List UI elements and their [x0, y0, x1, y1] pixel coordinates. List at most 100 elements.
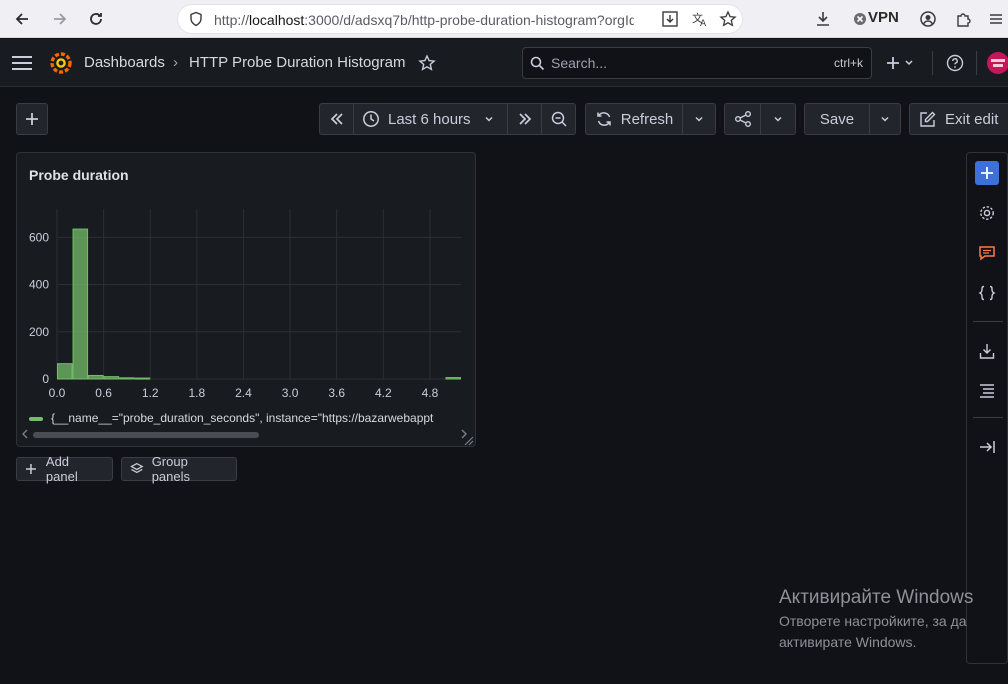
activation-watermark-title: Активирайте Windows: [779, 587, 974, 608]
double-chevron-right-icon: [518, 113, 531, 125]
account-icon[interactable]: [916, 7, 940, 31]
legend-item[interactable]: {__name__="probe_duration_seconds", inst…: [29, 411, 469, 427]
histogram-bar: [57, 363, 73, 380]
histogram-bar: [134, 377, 151, 380]
share-button[interactable]: [725, 104, 761, 134]
panel-title: Probe duration: [29, 167, 129, 183]
save-dropdown[interactable]: [870, 104, 900, 134]
chevron-down-icon: [881, 116, 889, 122]
plus-icon: [25, 464, 36, 474]
nav-divider: [932, 51, 933, 75]
activation-watermark-text: Отворете настройките, за да активирате W…: [779, 613, 967, 650]
comment-icon[interactable]: [975, 241, 999, 265]
histogram-chart[interactable]: 0 200 400 600 0.0 0.6 1.2 1.8 2.4 3.0 3.6 4.2 4.8: [17, 193, 475, 433]
svg-text:A: A: [700, 19, 707, 28]
x-tick-label: 3.0: [282, 386, 299, 400]
x-tick-label: 4.8: [422, 386, 439, 400]
settings-gear-icon[interactable]: [975, 201, 999, 225]
histogram-bar: [103, 376, 120, 380]
address-bar[interactable]: http://localhost:3000/d/adsxq7b/http-pro…: [177, 4, 743, 34]
time-picker-group: Last 6 hours: [319, 103, 576, 135]
translate-icon[interactable]: 文A: [688, 7, 712, 31]
downloads-icon[interactable]: [811, 7, 835, 31]
refresh-label: Refresh: [620, 110, 674, 128]
x-tick-label: 2.4: [235, 386, 252, 400]
search-input[interactable]: Search... ctrl+k: [522, 47, 872, 79]
histogram-bar: [88, 374, 104, 380]
favorite-star-icon[interactable]: [417, 53, 437, 73]
search-placeholder: Search...: [551, 55, 608, 71]
refresh-interval-dropdown[interactable]: [683, 104, 715, 134]
share-dropdown[interactable]: [761, 104, 795, 134]
time-back-button[interactable]: [320, 104, 354, 134]
horizontal-scrollbar[interactable]: [33, 432, 259, 438]
y-tick-label: 200: [29, 325, 49, 339]
share-group: [724, 103, 796, 135]
probe-duration-panel[interactable]: Probe duration 0 200 400 600 0.0 0.6 1.2 1.8 2.4…: [16, 152, 476, 447]
time-range-picker[interactable]: Last 6 hours: [354, 104, 508, 134]
plus-icon: [26, 113, 38, 125]
collapse-pane-icon[interactable]: [975, 435, 999, 459]
refresh-button[interactable]: Refresh: [586, 104, 683, 134]
add-button[interactable]: [16, 103, 48, 135]
save-group: Save: [804, 103, 901, 135]
search-icon: [529, 55, 545, 71]
user-avatar[interactable]: [986, 51, 1008, 75]
add-plus-icon[interactable]: [975, 161, 999, 185]
x-tick-label: 0.0: [49, 386, 66, 400]
save-label: Save: [819, 110, 855, 128]
x-tick-label: 1.2: [142, 386, 159, 400]
forward-arrow-icon[interactable]: [48, 7, 72, 31]
help-icon[interactable]: [944, 52, 966, 74]
scroll-left-arrow-icon[interactable]: [20, 428, 30, 440]
grafana-top-nav: Dashboards › HTTP Probe Duration Histogr…: [0, 39, 1008, 87]
outline-list-icon[interactable]: [975, 378, 999, 402]
share-icon: [734, 111, 751, 127]
zoom-out-button[interactable]: [542, 104, 575, 134]
hamburger-menu-icon[interactable]: [10, 51, 34, 75]
site-shield-icon[interactable]: [184, 7, 208, 31]
url-text[interactable]: http://localhost:3000/d/adsxq7b/http-pro…: [214, 12, 634, 28]
breadcrumb-current: HTTP Probe Duration Histogram: [189, 54, 406, 71]
bookmark-star-icon[interactable]: [716, 7, 740, 31]
reload-icon[interactable]: [84, 7, 108, 31]
browser-toolbar: http://localhost:3000/d/adsxq7b/http-pro…: [0, 0, 1008, 38]
vpn-label[interactable]: VPN: [868, 9, 899, 26]
histogram-bar: [445, 377, 462, 380]
extensions-puzzle-icon[interactable]: [952, 7, 976, 31]
refresh-group: Refresh: [585, 103, 716, 135]
browser-menu-icon[interactable]: [984, 7, 1008, 31]
clock-icon: [363, 111, 379, 127]
sidebar-divider: [973, 321, 1003, 322]
group-panels-button[interactable]: Group panels: [121, 454, 237, 484]
histogram-bar: [72, 228, 89, 380]
save-button[interactable]: Save: [805, 104, 870, 134]
y-tick-label: 600: [29, 230, 49, 244]
histogram-bar: [119, 377, 135, 380]
time-range-label: Last 6 hours: [388, 110, 471, 128]
import-icon[interactable]: [975, 339, 999, 363]
layers-icon: [130, 462, 144, 474]
sidebar-divider: [973, 417, 1003, 418]
x-tick-label: 3.6: [328, 386, 345, 400]
zoom-out-icon: [551, 111, 567, 127]
grafana-logo-icon[interactable]: [48, 50, 74, 76]
legend-label: {__name__="probe_duration_seconds", inst…: [51, 411, 434, 425]
nav-divider: [976, 51, 977, 75]
x-tick-label: 4.2: [375, 386, 392, 400]
back-arrow-icon[interactable]: [10, 7, 34, 31]
edit-icon: [920, 111, 936, 127]
exit-edit-button[interactable]: Exit edit: [909, 103, 1008, 135]
legend-swatch: [29, 416, 43, 421]
x-tick-label: 1.8: [189, 386, 206, 400]
new-plus-dropdown[interactable]: [884, 53, 918, 73]
time-forward-button[interactable]: [508, 104, 542, 134]
breadcrumb-dashboards[interactable]: Dashboards: [84, 54, 165, 71]
resize-handle-icon[interactable]: [463, 435, 475, 447]
add-panel-button[interactable]: Add panel: [16, 454, 113, 484]
x-tick-label: 0.6: [95, 386, 112, 400]
chevron-down-icon: [774, 116, 782, 122]
json-braces-icon[interactable]: [975, 281, 999, 305]
reader-download-icon[interactable]: [658, 7, 682, 31]
chevron-down-icon: [695, 116, 703, 122]
